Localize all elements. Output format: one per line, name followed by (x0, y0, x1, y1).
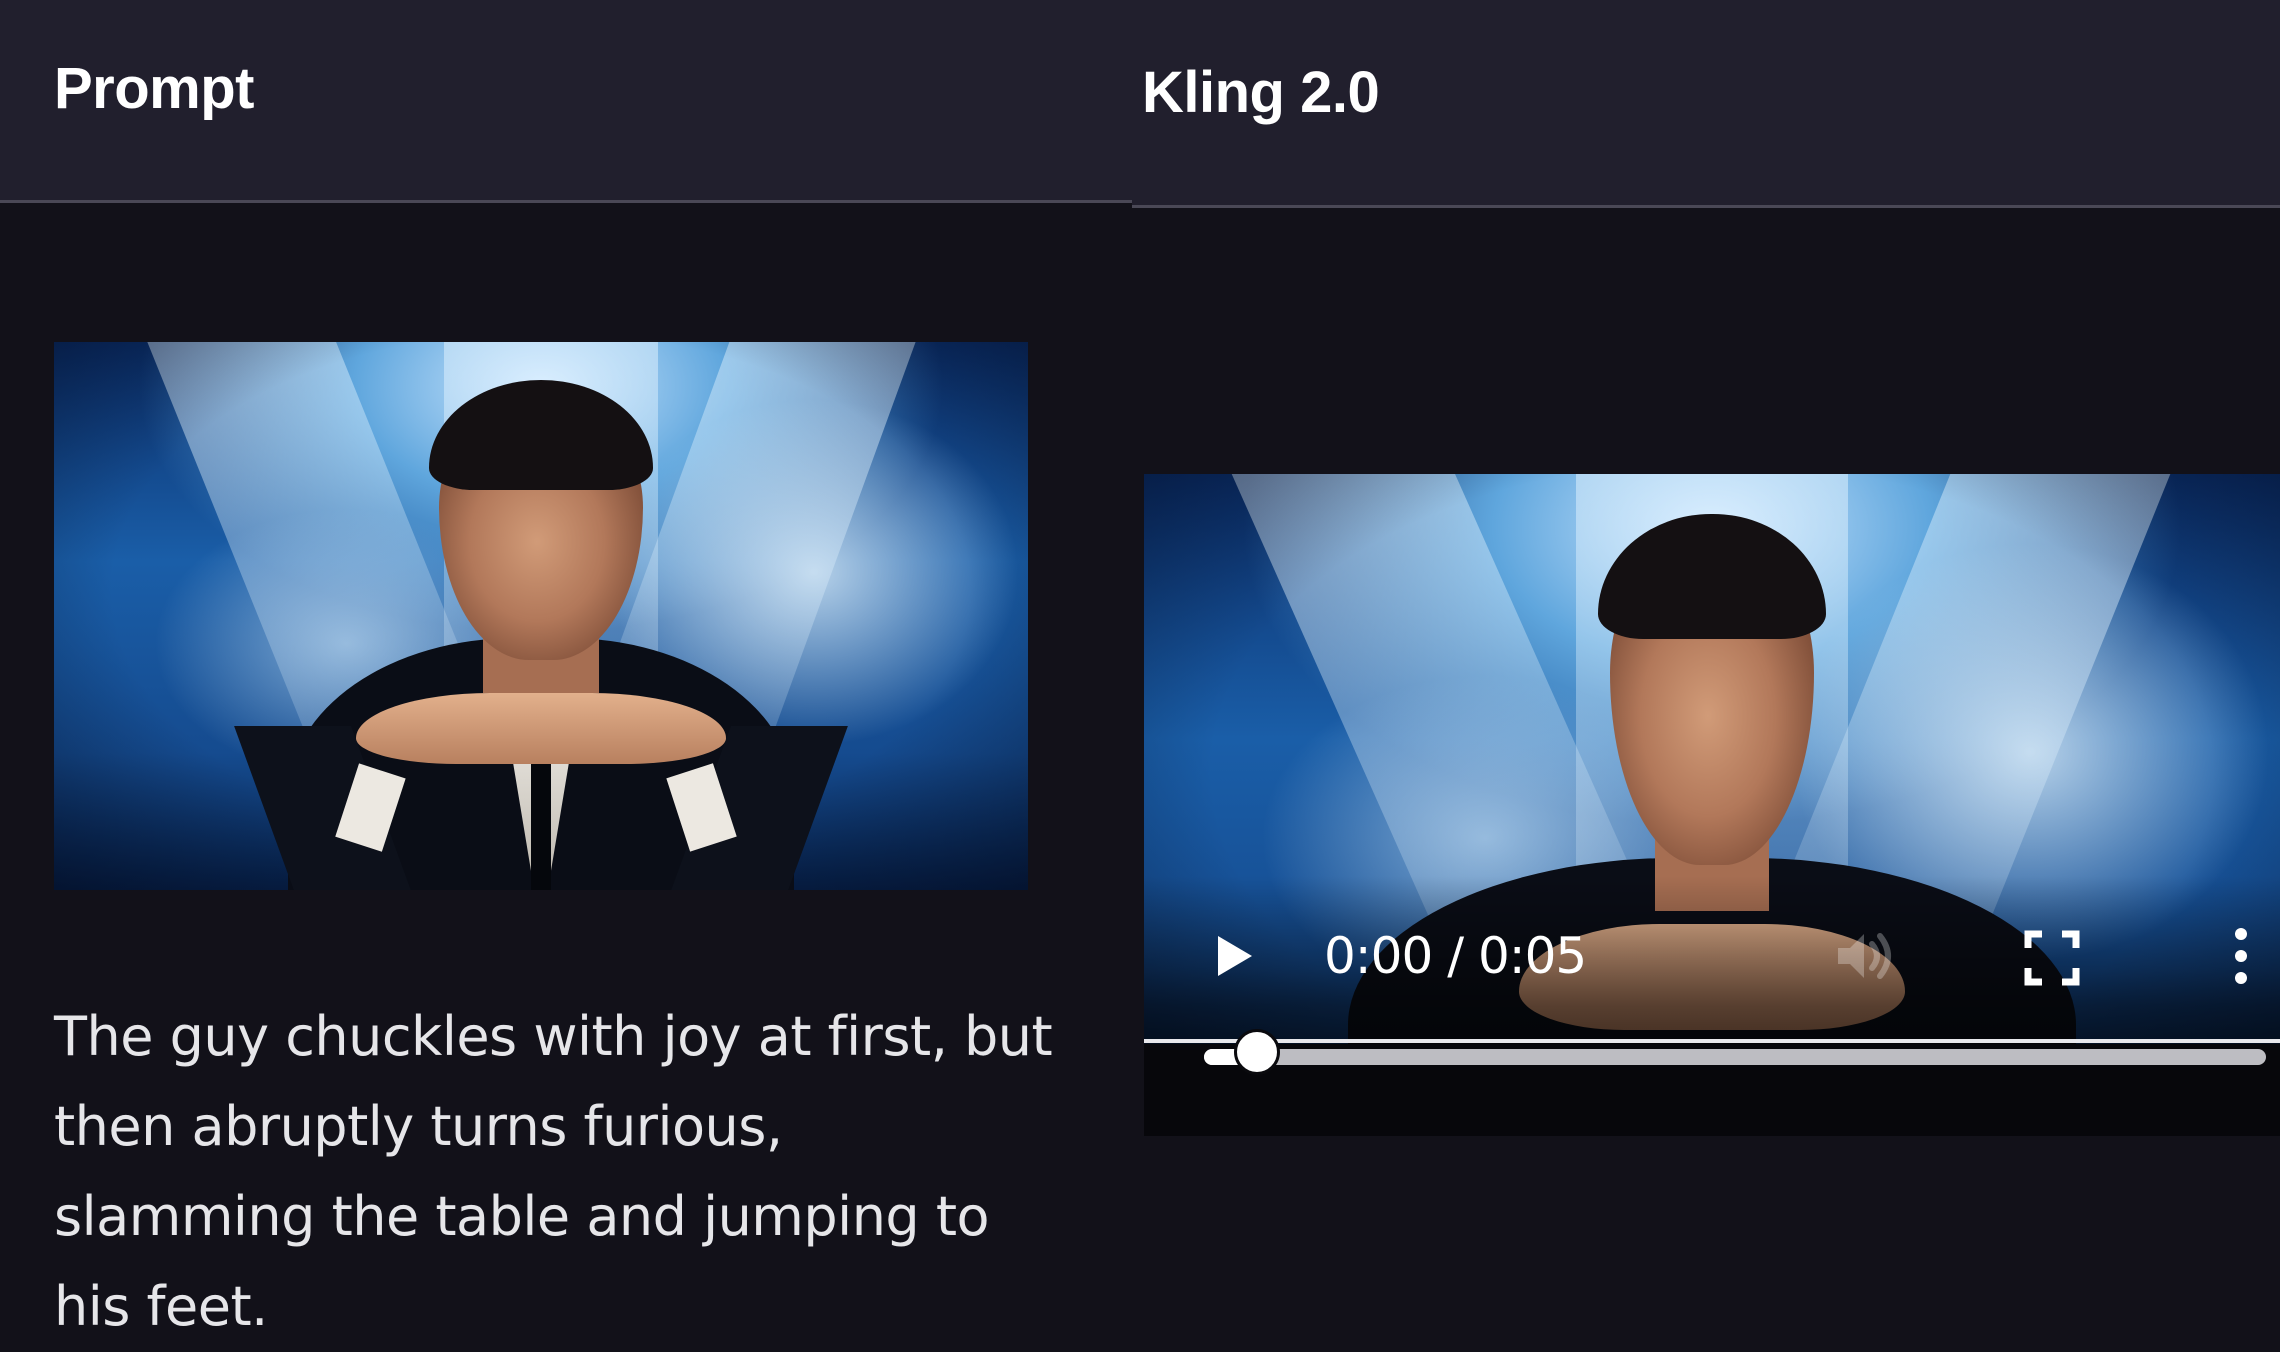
prompt-column-title: Prompt (54, 56, 255, 121)
result-column-title: Kling 2.0 (1142, 60, 1380, 125)
prompt-image (54, 342, 1028, 890)
time-display: 0:00 / 0:05 (1324, 927, 1587, 985)
play-button[interactable] (1210, 932, 1258, 980)
fullscreen-button[interactable] (2024, 930, 2080, 986)
more-options-button[interactable] (2226, 926, 2256, 986)
progress-scrubber[interactable] (1234, 1029, 1281, 1075)
prompt-text: The guy chuckles with joy at first, but … (54, 1005, 1053, 1338)
progress-track-line (1144, 1039, 2280, 1043)
video-player[interactable]: 0:00 / 0:05 (1144, 474, 2280, 1136)
fullscreen-icon (2024, 930, 2080, 986)
prompt-column-header: Prompt (0, 0, 1132, 203)
prompt-column: Prompt The guy chuckles with joy at firs… (0, 0, 1132, 1338)
result-column: Kling 2.0 0:00 / 0:05 (1132, 0, 2280, 1336)
progress-bar[interactable] (1204, 1049, 2266, 1065)
volume-icon (1838, 933, 1891, 979)
current-time: 0:00 (1324, 927, 1433, 985)
volume-button[interactable] (1834, 926, 1898, 986)
duration: 0:05 (1477, 927, 1587, 985)
more-vertical-icon (2235, 928, 2247, 984)
play-icon (1218, 936, 1252, 976)
result-column-header: Kling 2.0 (1132, 0, 2280, 208)
